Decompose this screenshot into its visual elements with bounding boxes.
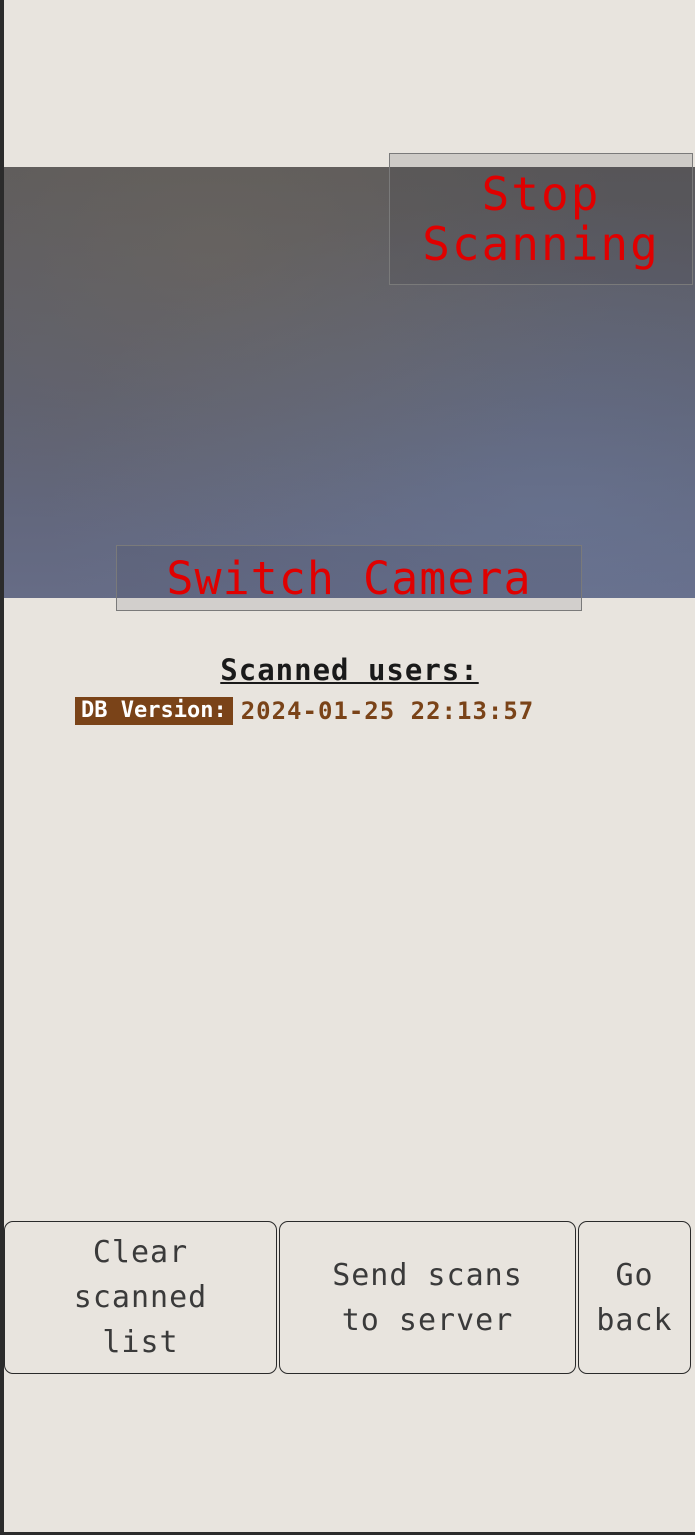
clear-scanned-list-button[interactable]: Clear scanned list [4,1221,277,1374]
stop-scanning-button[interactable]: Stop Scanning [389,153,693,285]
db-version-label: DB Version: [75,697,233,725]
db-version-row: DB Version: 2024-01-25 22:13:57 [75,697,534,725]
switch-camera-button[interactable]: Switch Camera [116,545,582,611]
go-back-button[interactable]: Go back [578,1221,691,1374]
send-scans-button[interactable]: Send scans to server [279,1221,576,1374]
db-version-value: 2024-01-25 22:13:57 [240,697,535,725]
scanner-screen: Stop Scanning Switch Camera Scanned user… [4,0,695,1532]
scanned-users-heading: Scanned users: [220,653,479,687]
